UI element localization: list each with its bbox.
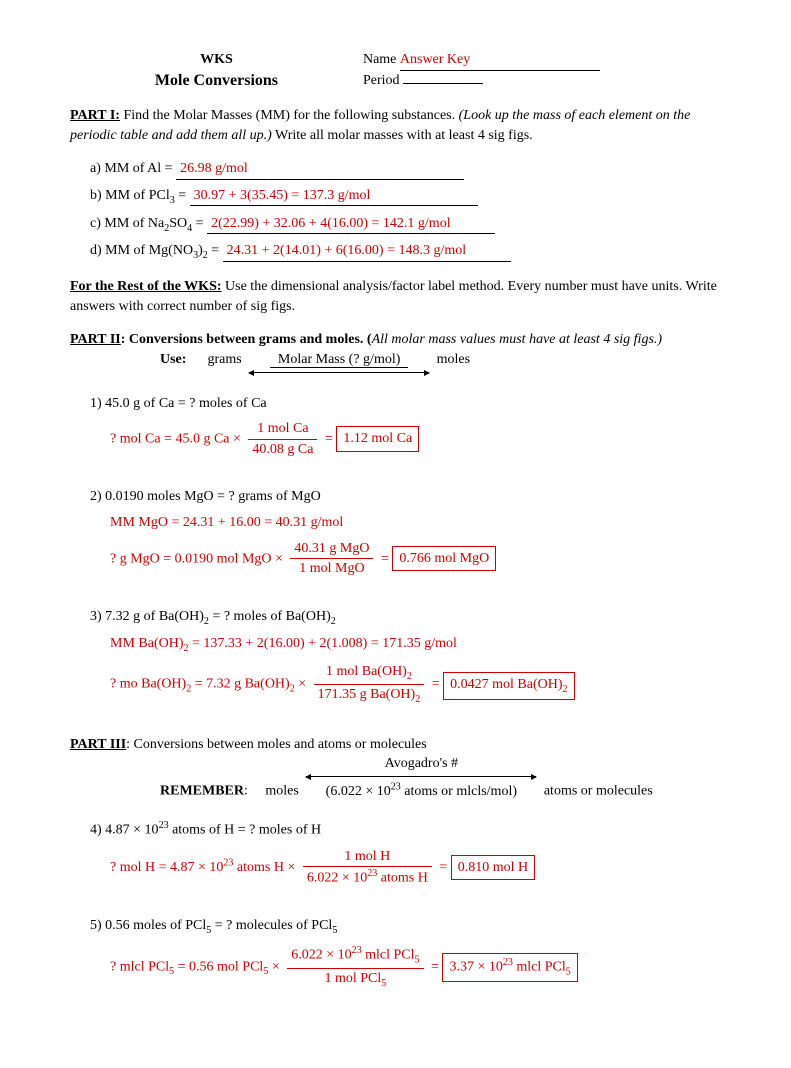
ans-4: 0.810 mol H (451, 855, 535, 881)
page-title: Mole Conversions (70, 70, 363, 92)
item-a: a) MM of Al = 26.98 g/mol (90, 159, 721, 180)
problem-2: 2) 0.0190 moles MgO = ? grams of MgO MM … (90, 487, 721, 578)
ans-c: 2(22.99) + 32.06 + 4(16.00) = 142.1 g/mo… (211, 216, 451, 231)
ans-3: 0.0427 mol Ba(OH)2 (443, 672, 574, 700)
ans-a: 26.98 g/mol (180, 161, 248, 176)
wks-label: WKS (70, 50, 363, 70)
ans-d: 24.31 + 2(14.01) + 6(16.00) = 148.3 g/mo… (227, 243, 467, 258)
ans-b: 30.97 + 3(35.45) = 137.3 g/mol (194, 188, 371, 203)
rest-of-wks: For the Rest of the WKS: Use the dimensi… (70, 277, 721, 316)
part1-heading: PART I: (70, 108, 120, 123)
problem-3: 3) 7.32 g of Ba(OH)2 = ? moles of Ba(OH)… (90, 607, 721, 707)
problem-1: 1) 45.0 g of Ca = ? moles of Ca ? mol Ca… (90, 394, 721, 460)
period-blank (403, 83, 483, 84)
part3-heading: PART III (70, 737, 126, 752)
ans-2: 0.766 mol MgO (392, 546, 496, 572)
item-c: c) MM of Na2SO4 = 2(22.99) + 32.06 + 4(1… (90, 214, 721, 236)
name-value: Answer Key (400, 52, 470, 67)
part-2: PART II: Conversions between grams and m… (70, 330, 721, 375)
worksheet-header: WKS Mole Conversions Name Answer Key Per… (70, 50, 721, 92)
part2-heading: PART II (70, 332, 121, 347)
item-d: d) MM of Mg(NO3)2 = 24.31 + 2(14.01) + 6… (90, 241, 721, 263)
item-b: b) MM of PCl3 = 30.97 + 3(35.45) = 137.3… (90, 186, 721, 208)
part-1: PART I: Find the Molar Masses (MM) for t… (70, 106, 721, 145)
arrow-grams-moles: Molar Mass (? g/mol) (249, 350, 429, 376)
arrow-moles-atoms: Avogadro's # (6.022 × 1023 atoms or mlcl… (306, 754, 536, 801)
name-label: Name (363, 52, 396, 67)
part-3: PART III: Conversions between moles and … (70, 735, 721, 801)
problem-5: 5) 0.56 moles of PCl5 = ? molecules of P… (90, 916, 721, 990)
ans-5: 3.37 × 1023 mlcl PCl5 (442, 953, 577, 982)
period-label: Period (363, 73, 400, 88)
rest-heading: For the Rest of the WKS: (70, 279, 222, 294)
ans-1: 1.12 mol Ca (336, 426, 419, 452)
problem-4: 4) 4.87 × 1023 atoms of H = ? moles of H… (90, 819, 721, 888)
